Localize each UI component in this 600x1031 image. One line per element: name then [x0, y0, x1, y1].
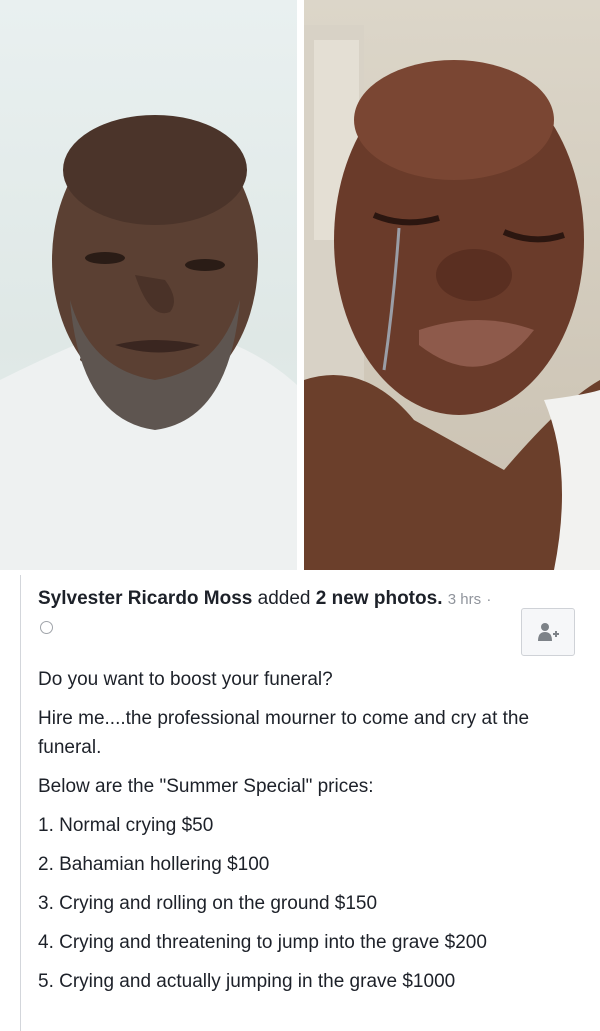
photo-serious-face[interactable] [0, 0, 297, 570]
paragraph-prices-intro: Below are the "Summer Special" prices: [38, 776, 374, 797]
timestamp[interactable]: 3 hrs [448, 591, 481, 608]
photos-count-link[interactable]: 2 new photos [316, 588, 437, 609]
price-item-5: 5. Crying and actually jumping in the gr… [38, 971, 456, 992]
action-text: added [252, 588, 316, 609]
post-card: Sylvester Ricardo Moss added 2 new photo… [20, 575, 600, 1031]
globe-icon[interactable] [40, 621, 53, 634]
meta-dot: · [486, 591, 492, 608]
post-body: Do you want to boost your funeral? Hire … [38, 665, 558, 1006]
author-name-link[interactable]: Sylvester Ricardo Moss [38, 588, 252, 609]
add-friend-button[interactable] [521, 608, 575, 656]
paragraph-hire: Hire me....the professional mourner to c… [38, 708, 530, 758]
price-item-4: 4. Crying and threatening to jump into t… [38, 932, 487, 953]
price-item-2: 2. Bahamian hollering $100 [38, 854, 270, 875]
photo-crying-face[interactable] [304, 0, 600, 570]
header-period: . [437, 588, 443, 609]
price-item-3: 3. Crying and rolling on the ground $150 [38, 893, 378, 914]
paragraph-question: Do you want to boost your funeral? [38, 669, 333, 690]
photo-grid [0, 0, 600, 571]
price-item-1: 1. Normal crying $50 [38, 815, 214, 836]
add-friend-icon [538, 623, 559, 641]
post-header: Sylvester Ricardo Moss added 2 new photo… [38, 585, 508, 642]
